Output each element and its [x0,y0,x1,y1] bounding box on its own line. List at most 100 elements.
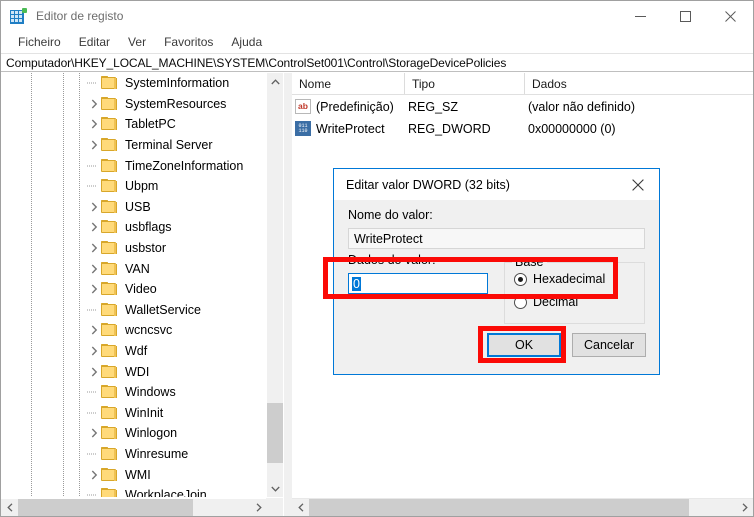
value-type-label: REG_DWORD [408,121,491,136]
radio-hexadecimal[interactable]: Hexadecimal [514,272,605,286]
scroll-up-icon[interactable] [267,73,283,90]
value-name-input[interactable]: WriteProtect [348,228,645,249]
tree-item-label: TabletPC [125,117,176,132]
menu-item-ver[interactable]: Ver [119,33,155,51]
column-header-nome[interactable]: Nome [292,73,405,94]
tree-item-winresume[interactable]: Winresume [1,444,267,465]
value-name-label: WriteProtect [316,121,385,136]
tree-scrollbar-thumb[interactable] [267,403,283,463]
chevron-right-icon[interactable] [87,138,101,152]
chevron-right-icon[interactable] [87,426,101,440]
chevron-right-icon[interactable] [87,282,101,296]
tree-leaf-connector [87,412,101,414]
cancel-button[interactable]: Cancelar [572,333,646,357]
tree-item-walletservice[interactable]: WalletService [1,300,267,321]
radio-decimal[interactable]: Decimal [514,295,578,309]
scroll-left-icon[interactable] [292,499,309,516]
table-row[interactable]: 011 110 WriteProtect REG_DWORD 0x00000000… [292,118,753,139]
tree-item-ubpm[interactable]: Ubpm [1,176,267,197]
ok-button[interactable]: OK [487,333,561,357]
chevron-right-icon[interactable] [87,241,101,255]
scroll-right-icon[interactable] [736,499,753,516]
tree-item-tabletpc[interactable]: TabletPC [1,114,267,135]
tree-item-wmi[interactable]: WMI [1,464,267,485]
window-controls [618,1,753,31]
folder-icon [101,282,117,296]
tree-item-label: Video [125,282,157,297]
tree-item-systemresources[interactable]: SystemResources [1,94,267,115]
chevron-right-icon[interactable] [87,344,101,358]
tree-item-windows[interactable]: Windows [1,382,267,403]
close-icon[interactable] [708,1,753,31]
chevron-right-icon[interactable] [87,97,101,111]
folder-icon [101,220,117,234]
menu-item-ficheiro[interactable]: Ficheiro [9,33,70,51]
radio-button-icon[interactable] [514,295,527,309]
pane-splitter[interactable] [284,73,292,516]
scroll-left-icon[interactable] [1,499,18,516]
folder-icon [101,344,117,358]
tree-item-wininit[interactable]: WinInit [1,403,267,424]
tree-item-terminal-server[interactable]: Terminal Server [1,135,267,156]
tree-item-label: Winresume [125,446,189,461]
tree-item-winlogon[interactable]: Winlogon [1,423,267,444]
tree-item-label: SystemInformation [125,76,230,91]
chevron-right-icon[interactable] [87,262,101,276]
chevron-right-icon[interactable] [87,220,101,234]
value-name-field-label: Nome do valor: [348,208,433,222]
tree-leaf-connector [87,391,101,393]
chevron-right-icon[interactable] [87,468,101,482]
column-header-dados[interactable]: Dados [525,73,753,94]
tree-item-wdi[interactable]: WDI [1,361,267,382]
menu-item-ajuda[interactable]: Ajuda [222,33,271,51]
scroll-right-icon[interactable] [250,499,267,516]
tree-hscrollbar-thumb[interactable] [18,499,193,516]
value-data-field-label: Dados do valor: [348,253,436,267]
value-data-text: 0 [352,276,361,291]
tree-item-systeminformation[interactable]: SystemInformation [1,73,267,94]
tree-item-label: WorkplaceJoin [125,488,207,497]
tree-horizontal-scrollbar[interactable] [1,498,283,516]
column-headers: Nome Tipo Dados [292,73,753,95]
tree-item-label: SystemResources [125,96,227,111]
close-icon[interactable] [617,170,659,200]
chevron-right-icon[interactable] [87,365,101,379]
tree-vertical-scrollbar[interactable] [266,73,283,497]
chevron-right-icon[interactable] [87,117,101,131]
tree-item-usbflags[interactable]: usbflags [1,217,267,238]
chevron-right-icon[interactable] [87,200,101,214]
tree-item-usbstor[interactable]: usbstor [1,238,267,259]
menu-item-favoritos[interactable]: Favoritos [155,33,222,51]
tree-item-workplacejoin[interactable]: WorkplaceJoin [1,485,267,497]
tree-item-usb[interactable]: USB [1,197,267,218]
value-data-input[interactable]: 0 [348,273,488,294]
address-bar[interactable]: Computador\HKEY_LOCAL_MACHINE\SYSTEM\Con… [1,53,753,72]
tree-item-video[interactable]: Video [1,279,267,300]
folder-icon [101,323,117,337]
title-bar: Editor de registo [1,1,753,31]
tree-item-wdf[interactable]: Wdf [1,341,267,362]
maximize-icon[interactable] [663,1,708,31]
tree-item-van[interactable]: VAN [1,258,267,279]
tree-item-timezoneinformation[interactable]: TimeZoneInformation [1,155,267,176]
menu-item-editar[interactable]: Editar [70,33,119,51]
tree-item-label: Windows [125,385,176,400]
table-row[interactable]: ab (Predefinição) REG_SZ (valor não defi… [292,96,753,117]
chevron-right-icon[interactable] [87,323,101,337]
list-horizontal-scrollbar[interactable] [292,498,753,516]
value-data-label: (valor não definido) [528,99,636,114]
column-header-tipo[interactable]: Tipo [405,73,525,94]
minimize-icon[interactable] [618,1,663,31]
scroll-down-icon[interactable] [267,480,283,497]
registry-editor-icon [9,7,27,25]
registry-editor-window: Editor de registo Ficheiro Editar Ver Fa… [0,0,754,517]
tree-item-wcncsvc[interactable]: wcncsvc [1,320,267,341]
radio-button-icon[interactable] [514,272,527,286]
list-hscrollbar-thumb[interactable] [309,499,689,516]
